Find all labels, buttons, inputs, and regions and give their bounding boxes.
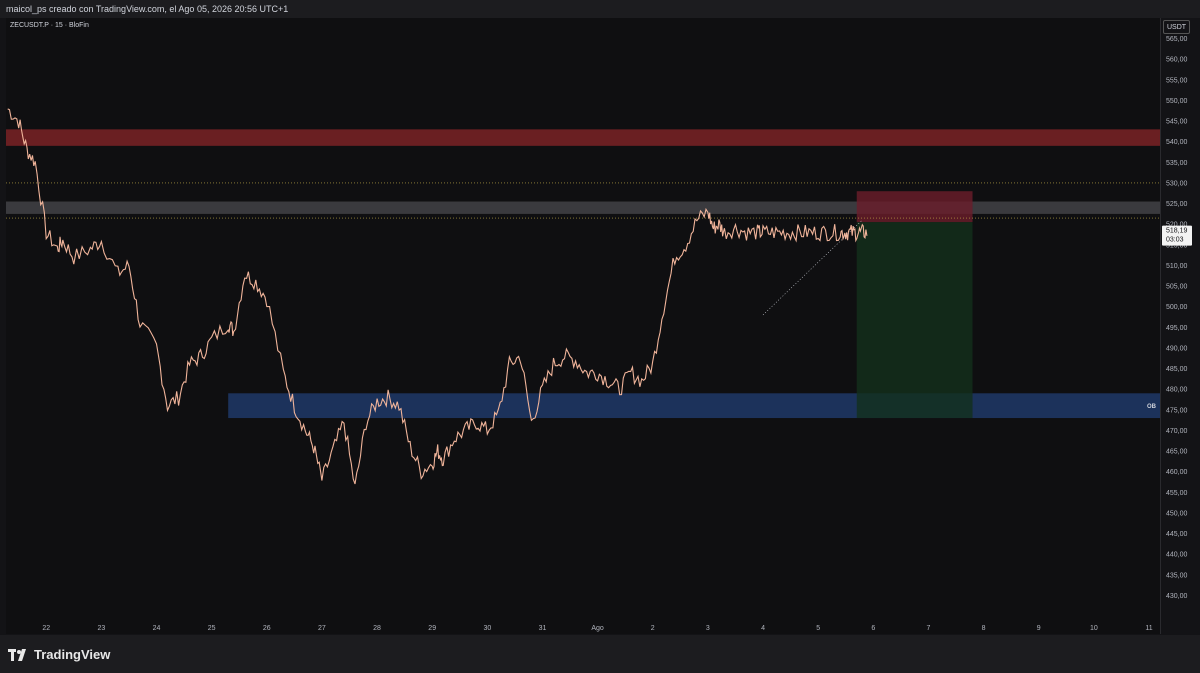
tradingview-brand: TradingView xyxy=(34,647,111,662)
price-tick-label: 545,00 xyxy=(1166,119,1188,126)
price-tick-label: 470,00 xyxy=(1166,428,1188,435)
price-tick-label: 460,00 xyxy=(1166,469,1188,476)
zones-layer: OB xyxy=(6,129,1161,419)
currency-text: USDT xyxy=(1166,24,1187,31)
time-tick-label: 10 xyxy=(1090,625,1098,632)
symbol-text: ZECUSDT.P · 15 · BloFin xyxy=(10,22,89,29)
time-tick-label: 29 xyxy=(428,625,436,632)
price-tick-label: 450,00 xyxy=(1166,510,1188,517)
price-tick-label: 535,00 xyxy=(1166,160,1188,167)
tradingview-logo-icon xyxy=(8,648,26,661)
symbol-label[interactable]: ZECUSDT.P · 15 · BloFin xyxy=(10,22,89,29)
price-tick-label: 495,00 xyxy=(1166,325,1188,332)
series-layer xyxy=(7,108,868,485)
time-tick-label: 9 xyxy=(1037,625,1041,632)
price-tick-label: 510,00 xyxy=(1166,263,1188,270)
time-tick-label: 6 xyxy=(871,625,875,632)
price-tick-label: 560,00 xyxy=(1166,57,1188,64)
price-tick-label: 525,00 xyxy=(1166,201,1188,208)
price-tick-label: 540,00 xyxy=(1166,139,1188,146)
time-axis-labels: 22 23 24 25 26 27 28 29 30 31 Ago 2 3 4 5 6 7 8 9 10 11 xyxy=(42,625,1152,632)
time-tick-label: Ago xyxy=(591,625,604,632)
time-tick-label: 11 xyxy=(1145,625,1152,632)
time-tick-label: 28 xyxy=(373,625,381,632)
currency-selector[interactable]: USDT xyxy=(1163,20,1190,34)
price-tick-label: 435,00 xyxy=(1166,572,1188,579)
price-tick-label: 530,00 xyxy=(1166,180,1188,187)
last-price-label: 518,19 xyxy=(1166,228,1188,235)
time-tick-label: 26 xyxy=(263,625,271,632)
support-zone xyxy=(228,393,1161,419)
price-series-line xyxy=(7,108,868,485)
price-chart[interactable]: OB 430,00435,00440,00445,00450,00455,004… xyxy=(0,0,1200,673)
time-tick-label: 30 xyxy=(483,625,491,632)
price-tick-label: 465,00 xyxy=(1166,449,1188,456)
price-tick-label: 500,00 xyxy=(1166,304,1188,311)
time-tick-label: 5 xyxy=(816,625,820,632)
price-tick-label: 505,00 xyxy=(1166,284,1188,291)
tradingview-logo[interactable]: TradingView xyxy=(8,647,110,662)
price-tick-label: 480,00 xyxy=(1166,387,1188,394)
time-tick-label: 3 xyxy=(706,625,710,632)
time-tick-label: 31 xyxy=(539,625,547,632)
price-tick-label: 565,00 xyxy=(1166,36,1188,43)
resistance-zone xyxy=(6,129,1160,146)
gray-zone-zone xyxy=(6,201,1160,214)
footer-bar xyxy=(0,635,1200,673)
countdown-label: 03:03 xyxy=(1166,237,1184,244)
stop-zone xyxy=(856,191,973,223)
time-tick-label: 25 xyxy=(208,625,216,632)
time-tick-label: 24 xyxy=(153,625,161,632)
time-tick-label: 7 xyxy=(926,625,930,632)
time-tick-label: 2 xyxy=(651,625,655,632)
time-tick-label: 4 xyxy=(761,625,765,632)
time-tick-label: 8 xyxy=(982,625,986,632)
price-tick-label: 430,00 xyxy=(1166,593,1188,600)
target-zone xyxy=(856,222,973,419)
price-tick-label: 550,00 xyxy=(1166,98,1188,105)
price-axis-labels: 430,00 435,00 440,00 445,00 450,00 455,00 460,… xyxy=(1162,36,1192,600)
price-tick-label: 490,00 xyxy=(1166,345,1188,352)
price-tick-label: 440,00 xyxy=(1166,552,1188,559)
price-tick-label: 455,00 xyxy=(1166,490,1188,497)
price-tick-label: 445,00 xyxy=(1166,531,1188,538)
price-tick-label: 555,00 xyxy=(1166,77,1188,84)
support-zone-label: OB xyxy=(1147,404,1157,410)
time-tick-label: 23 xyxy=(97,625,105,632)
time-tick-label: 22 xyxy=(42,625,50,632)
time-tick-label: 27 xyxy=(318,625,326,632)
price-tick-label: 485,00 xyxy=(1166,366,1188,373)
price-tick-label: 475,00 xyxy=(1166,407,1188,414)
